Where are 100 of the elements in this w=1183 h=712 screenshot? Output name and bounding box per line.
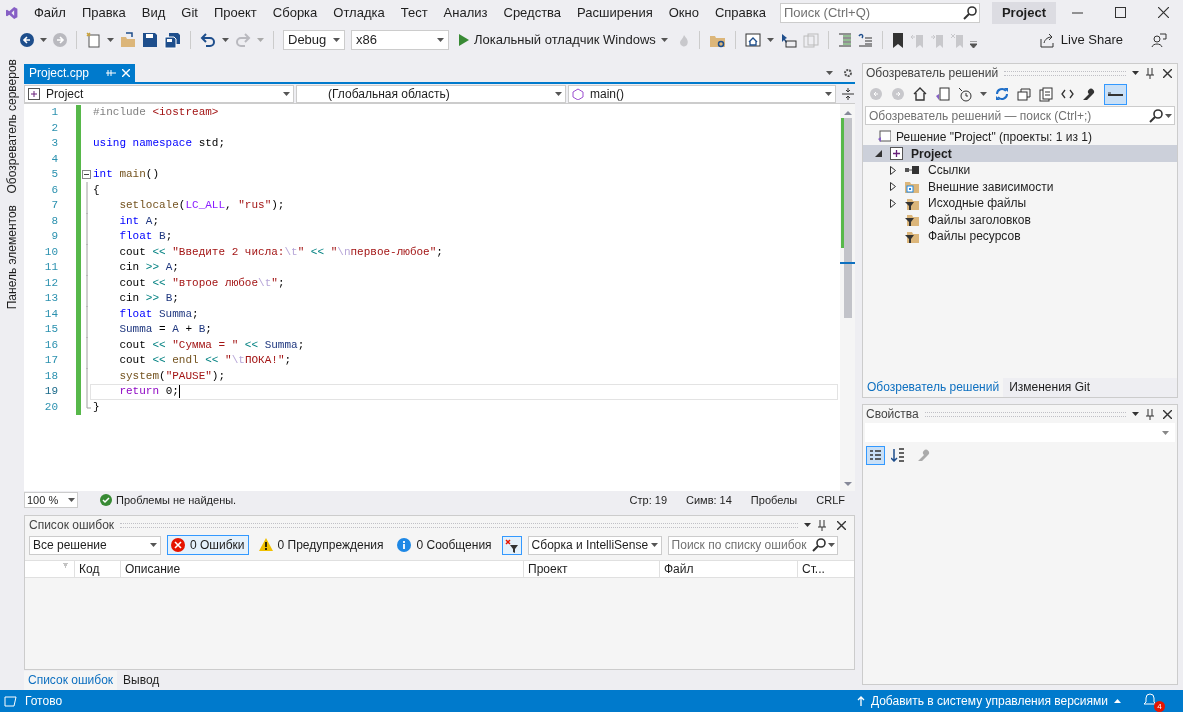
menu-item[interactable]: Git xyxy=(173,0,206,25)
side-tab[interactable]: Панель элементов xyxy=(3,205,21,310)
alphabetical-icon[interactable] xyxy=(891,448,905,462)
panel-tab[interactable]: Вывод xyxy=(119,670,164,690)
wrench-icon[interactable] xyxy=(1082,87,1096,101)
nav-dropdown[interactable]: Project xyxy=(24,84,294,103)
caret-icon[interactable] xyxy=(1132,71,1139,75)
zoom-dropdown[interactable]: 100 % xyxy=(24,492,78,508)
solution-search-field[interactable]: Обозреватель решений — поиск (Ctrl+;) xyxy=(865,106,1175,125)
menu-item[interactable]: Расширения xyxy=(569,0,661,25)
filter-button[interactable]: 0 Предупреждения xyxy=(254,535,388,555)
menu-item[interactable]: Анализ xyxy=(435,0,496,25)
copy-icon[interactable] xyxy=(1039,86,1053,102)
caret-icon[interactable] xyxy=(283,91,290,96)
scrollbar-thumb[interactable] xyxy=(843,118,852,318)
caret-icon[interactable] xyxy=(766,38,774,42)
expanded-icon[interactable] xyxy=(875,150,882,157)
caret-icon[interactable] xyxy=(1132,412,1139,416)
scrollbar[interactable] xyxy=(840,104,855,491)
menu-item[interactable]: Справка xyxy=(706,0,774,25)
preview-icon[interactable] xyxy=(1104,83,1127,105)
maximize-icon[interactable] xyxy=(1115,7,1126,18)
side-tab[interactable]: Обозреватель серверов xyxy=(3,59,21,194)
editor-status-item[interactable]: Симв: 14 xyxy=(686,491,732,509)
caret-icon[interactable] xyxy=(333,38,340,42)
save-all-icon[interactable] xyxy=(164,31,181,49)
back-icon[interactable] xyxy=(20,33,34,47)
caret-icon[interactable] xyxy=(804,523,811,527)
caret-icon[interactable] xyxy=(827,543,835,547)
platform-dropdown[interactable]: x86 xyxy=(351,30,449,50)
scroll-up-icon[interactable] xyxy=(843,110,852,116)
tree-item[interactable]: Файлы ресурсов xyxy=(863,228,1177,245)
categorized-icon[interactable] xyxy=(866,445,885,465)
vs-document-icon[interactable] xyxy=(935,87,950,101)
code-icon[interactable] xyxy=(1061,89,1074,99)
comment-lines-icon[interactable] xyxy=(857,33,873,47)
collapsed-icon[interactable] xyxy=(890,198,896,208)
menu-item[interactable]: Окно xyxy=(660,0,707,25)
editor-status-item[interactable]: Пробелы xyxy=(750,491,798,509)
caret-icon[interactable] xyxy=(222,38,229,42)
pin-icon[interactable] xyxy=(817,519,827,531)
panel-tab[interactable]: Изменения Git xyxy=(1005,378,1094,397)
menu-item[interactable]: Сборка xyxy=(264,0,326,25)
collapse-all-icon[interactable] xyxy=(1017,87,1031,101)
save-icon[interactable] xyxy=(142,32,158,48)
tree-item[interactable]: Решение "Project" (проекты: 1 из 1) xyxy=(863,128,1177,145)
pin-icon[interactable] xyxy=(1145,67,1155,79)
caret-icon[interactable] xyxy=(555,91,562,96)
tree-item[interactable]: Файлы заголовков xyxy=(863,211,1177,228)
panel-tab[interactable]: Список ошибок xyxy=(24,670,118,690)
home-icon[interactable] xyxy=(913,87,927,101)
indent-icon[interactable] xyxy=(837,33,852,47)
nav-dropdown[interactable]: (Глобальная область) xyxy=(296,84,566,103)
caret-icon[interactable] xyxy=(40,38,47,42)
error-search-field[interactable]: Поиск по списку ошибок xyxy=(667,535,838,555)
close-icon[interactable] xyxy=(837,520,846,530)
menu-item[interactable]: Файл xyxy=(25,0,74,25)
step-icon[interactable] xyxy=(779,32,797,48)
configuration-dropdown[interactable]: Debug xyxy=(283,30,345,50)
filter-button[interactable]: 0 Ошибки xyxy=(167,535,249,555)
sync-icon[interactable] xyxy=(995,87,1009,101)
live-share-button[interactable]: Live Share xyxy=(1039,30,1123,50)
collapse-icon[interactable] xyxy=(82,170,91,180)
undo-icon[interactable] xyxy=(200,32,216,48)
search-field[interactable]: Поиск (Ctrl+Q) xyxy=(779,2,980,23)
caret-icon[interactable] xyxy=(150,543,157,547)
filter-icon[interactable] xyxy=(501,535,522,555)
caret-icon[interactable] xyxy=(825,91,832,96)
split-icon[interactable] xyxy=(842,87,854,100)
source-control-button[interactable]: Добавить в систему управления версиями xyxy=(856,692,1121,710)
caret-icon[interactable] xyxy=(68,498,75,502)
collapsed-icon[interactable] xyxy=(890,165,896,175)
window-home-icon[interactable] xyxy=(744,33,761,47)
menu-item[interactable]: Вид xyxy=(133,0,174,25)
close-icon[interactable] xyxy=(1163,68,1172,78)
tree-item[interactable]: Project xyxy=(863,145,1177,162)
pin-icon[interactable] xyxy=(1145,408,1155,420)
toolbar-options-icon[interactable] xyxy=(969,40,977,48)
caret-icon[interactable] xyxy=(107,38,114,42)
search-icon[interactable] xyxy=(1149,108,1163,123)
caret-icon[interactable] xyxy=(980,92,987,96)
menu-item[interactable]: Отладка xyxy=(325,0,393,25)
search-icon[interactable] xyxy=(962,5,977,20)
caret-icon[interactable] xyxy=(437,38,444,42)
collapsed-icon[interactable] xyxy=(890,182,896,192)
editor-status-item[interactable]: Стр: 19 xyxy=(629,491,667,509)
feedback-icon[interactable] xyxy=(1151,32,1167,48)
caret-icon[interactable] xyxy=(660,38,668,42)
source-dropdown[interactable]: Сборка и IntelliSense xyxy=(527,535,662,555)
run-button[interactable]: Локальный отладчик Windows xyxy=(459,30,668,50)
caret-icon[interactable] xyxy=(826,71,833,75)
scope-dropdown[interactable]: Все решение xyxy=(29,535,161,555)
scroll-down-icon[interactable] xyxy=(843,481,852,487)
bookmark-icon[interactable] xyxy=(891,32,904,48)
caret-icon[interactable] xyxy=(650,543,658,547)
editor-status-item[interactable]: CRLF xyxy=(816,491,845,509)
search-icon[interactable] xyxy=(811,538,826,552)
tree-item[interactable]: Внешние зависимости xyxy=(863,178,1177,195)
close-icon[interactable] xyxy=(1158,7,1169,18)
history-icon[interactable] xyxy=(958,86,972,102)
